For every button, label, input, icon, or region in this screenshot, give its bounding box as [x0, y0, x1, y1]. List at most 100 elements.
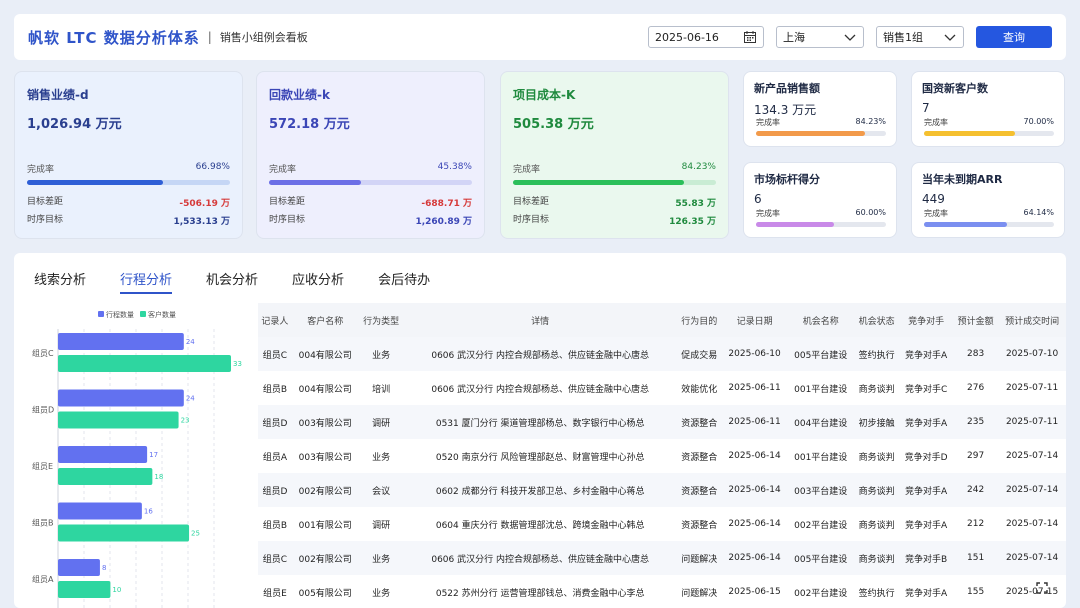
gap-value: 55.83 万: [675, 199, 716, 209]
calendar-icon[interactable]: [743, 30, 757, 44]
table-cell: 竞争对手B: [899, 541, 954, 575]
table-cell: 212: [967, 519, 985, 529]
column-header[interactable]: 详情: [403, 303, 677, 337]
table-cell: 资源整合: [676, 473, 722, 507]
table-cell: 竞争对手C: [904, 384, 948, 395]
column-header[interactable]: 记录人: [258, 303, 292, 337]
gap-label: 目标差距: [513, 197, 550, 207]
table-cell: 资源整合: [676, 405, 722, 439]
data-label: 23: [181, 417, 190, 425]
table-cell: 签约执行: [854, 337, 900, 371]
table-cell: 组员D: [258, 473, 292, 507]
data-label: 18: [154, 473, 163, 481]
mini-kpi-card-3: 市场标杆得分 6 完成率 60.00%: [743, 162, 897, 238]
table-cell: 002平台建设: [794, 520, 848, 531]
column-header[interactable]: 机会名称: [787, 303, 855, 337]
table-cell: 初步接触: [854, 405, 900, 439]
legend-label: 行程数量: [106, 310, 134, 319]
rate-value: 66.98%: [195, 162, 230, 172]
target-label: 时序目标: [27, 215, 64, 225]
progress-bar: [924, 222, 1054, 227]
table-cell: 组员B: [262, 384, 288, 395]
progress-bar: [756, 222, 886, 227]
table-cell: 组员D: [258, 405, 292, 439]
group-select[interactable]: 销售1组: [876, 26, 964, 48]
column-header[interactable]: 机会状态: [854, 303, 900, 337]
city-value: 上海: [783, 31, 805, 44]
column-header[interactable]: 行为目的: [676, 303, 722, 337]
kpi-title: 新产品销售额: [754, 82, 820, 95]
kpi-value: 505.38 万元: [513, 117, 594, 132]
y-tick-label: 组员B: [32, 518, 54, 528]
progress-bar: [924, 131, 1054, 136]
tab-5[interactable]: 会后待办: [378, 269, 430, 294]
rate-value: 84.23%: [855, 117, 886, 126]
kpi-card-3: 项目成本-K 505.38 万元 完成率 84.23% 目标差距 55.83 万时序目标 1…: [500, 71, 729, 239]
column-header[interactable]: 行为类型: [358, 303, 404, 337]
table-cell: 问题解决: [681, 588, 718, 599]
kpi-title: 回款业绩-k: [269, 88, 330, 102]
gap-value: -506.19 万: [179, 199, 230, 209]
table-row[interactable]: 组员D 003有限公司 调研 0531 厦门分行 渠道管理部杨总、数字银行中心杨总 资源…: [258, 405, 1066, 439]
rate-value: 64.14%: [1023, 208, 1054, 217]
table-cell: 155: [967, 587, 985, 597]
table-row[interactable]: 组员B 001有限公司 调研 0604 重庆分行 数据管理部沈总、跨境金融中心韩总 资源…: [258, 507, 1066, 541]
table-row[interactable]: 组员C 002有限公司 业务 0606 武汉分行 内控合规部杨总、供应链金融中心唐总问…: [258, 541, 1066, 575]
table-cell: 签约执行: [858, 588, 895, 599]
kpi-title: 当年未到期ARR: [922, 173, 1003, 186]
column-header[interactable]: 竞争对手: [899, 303, 954, 337]
table-cell: 001平台建设: [794, 384, 848, 395]
query-button[interactable]: 查询: [976, 26, 1052, 48]
table-cell: 组员A: [262, 452, 288, 463]
column-header[interactable]: 预计金额: [953, 303, 999, 337]
table-cell: 2025-06-11: [728, 383, 781, 393]
chart-bar: [58, 468, 153, 485]
column-header[interactable]: 客户名称: [291, 303, 359, 337]
table-cell: 2025-07-14: [1005, 519, 1059, 529]
column-header[interactable]: 预计成交时间: [998, 303, 1066, 337]
table-cell: 005平台建设: [787, 337, 855, 371]
rate-label: 完成率: [513, 165, 541, 175]
data-label: 25: [191, 530, 200, 538]
rate-label: 完成率: [924, 118, 948, 127]
table-cell: 2025-06-14: [728, 519, 781, 529]
table-cell: 2025-06-14: [728, 451, 781, 461]
table-row[interactable]: 组员D 002有限公司 会议 0602 成都分行 科技开发部卫总、乡村金融中心蒋总 资源…: [258, 473, 1066, 507]
table-row[interactable]: 组员E 005有限公司 业务 0522 苏州分行 运营管理部钱总、消费金融中心李总 问题…: [258, 575, 1066, 608]
mini-kpi-card-4: 当年未到期ARR 449 完成率 64.14%: [911, 162, 1065, 238]
date-picker[interactable]: 2025-06-16: [648, 26, 764, 48]
table-row[interactable]: 组员C 004有限公司 业务 0606 武汉分行 内控合规部杨总、供应链金融中心唐总促…: [258, 337, 1066, 371]
column-header[interactable]: 记录日期: [721, 303, 788, 337]
table-cell: 培训: [372, 384, 391, 395]
fullscreen-icon[interactable]: [1036, 582, 1048, 594]
progress-fill: [924, 222, 1008, 227]
activity-table: 记录人 客户名称 行为类型 详情 行为目的 记录日期 机会名称 机会状态 竞争对手 预计金额 预计成…: [258, 303, 1066, 608]
kpi-value: 449: [922, 192, 945, 206]
tab-4[interactable]: 应收分析: [292, 269, 344, 294]
table-row[interactable]: 组员B 004有限公司 培训 0606 武汉分行 内控合规部杨总、供应链金融中心唐总 效…: [258, 371, 1066, 405]
table-cell: 003有限公司: [291, 405, 359, 439]
chart-bar: [58, 502, 142, 520]
table-cell: 005有限公司: [298, 588, 352, 599]
table-cell: 004平台建设: [787, 405, 855, 439]
table-cell: 283: [953, 337, 999, 371]
dashboard-subtitle: 销售小组例会看板: [219, 31, 308, 44]
table-cell: 002平台建设: [794, 588, 848, 599]
table-row[interactable]: 组员A 003有限公司 业务 0520 南京分行 风险管理部赵总、财富管理中心孙总 资源…: [258, 439, 1066, 473]
tab-1[interactable]: 线索分析: [34, 269, 86, 294]
mini-kpi-card-1: 新产品销售额 134.3 万元 完成率 84.23%: [743, 71, 897, 147]
chart-bar: [58, 446, 148, 463]
table-header-row: 记录人 客户名称 行为类型 详情 行为目的 记录日期 机会名称 机会状态 竞争对手 预计金额 预计成…: [258, 303, 1066, 337]
kpi-value: 134.3 万元: [754, 103, 817, 117]
data-label: 8: [102, 564, 106, 572]
table-cell: 竞争对手A: [899, 337, 954, 371]
progress-fill: [756, 222, 834, 227]
city-select[interactable]: 上海: [776, 26, 864, 48]
table-cell: 0602 成都分行 科技开发部卫总、乡村金融中心蒋总: [403, 473, 677, 507]
tab-2[interactable]: 行程分析: [120, 269, 173, 294]
table-cell: 竞争对手D: [904, 452, 948, 463]
top-header: 帆软 LTC 数据分析体系 | 销售小组例会看板 2025-06-16 上海 销…: [14, 14, 1066, 60]
table-cell: 2025-06-15: [728, 587, 781, 597]
tab-3[interactable]: 机会分析: [206, 269, 258, 294]
table-cell: 2025-07-11: [998, 405, 1066, 439]
